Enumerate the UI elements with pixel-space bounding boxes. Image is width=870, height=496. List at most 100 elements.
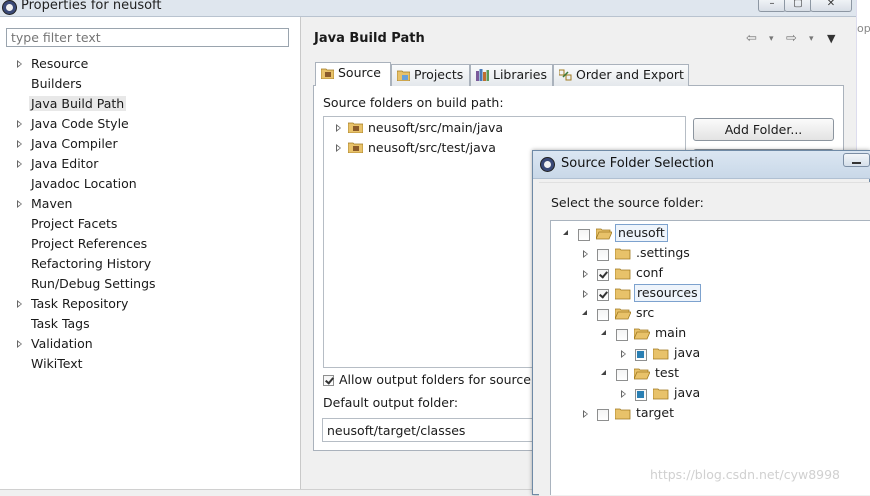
collapse-arrow-icon[interactable]: [601, 330, 606, 335]
folder-checkbox[interactable]: [597, 289, 609, 301]
folder-label: .settings: [636, 245, 690, 260]
folder-checkbox[interactable]: [616, 369, 628, 381]
eclipse-icon: [540, 157, 555, 172]
expand-arrow-icon[interactable]: [621, 390, 626, 398]
nav-item[interactable]: Project Facets: [31, 216, 117, 232]
default-output-folder-label: Default output folder:: [323, 395, 459, 410]
nav-item[interactable]: Task Tags: [31, 316, 90, 332]
nav-item-label: Java Code Style: [31, 116, 129, 131]
tab-source[interactable]: Source: [315, 62, 391, 86]
tab-order-and-export[interactable]: Order and Export: [553, 64, 689, 86]
view-menu-icon[interactable]: ▼: [827, 32, 835, 45]
folder-icon: [615, 288, 631, 300]
nav-item[interactable]: Task Repository: [17, 296, 129, 312]
eclipse-icon: [2, 0, 17, 15]
dialog-title: Source Folder Selection: [561, 156, 714, 171]
allow-output-folders-label: Allow output folders for source fo: [339, 372, 548, 387]
nav-item[interactable]: Resource: [17, 56, 88, 72]
back-arrow-icon[interactable]: ⇦: [746, 31, 757, 46]
nav-item[interactable]: Javadoc Location: [31, 176, 137, 192]
forward-dropdown-icon[interactable]: ▾: [809, 34, 814, 44]
nav-item[interactable]: Maven: [17, 196, 72, 212]
folder-checkbox[interactable]: [597, 309, 609, 321]
folder-label: target: [636, 405, 675, 420]
expand-arrow-icon[interactable]: [583, 410, 588, 418]
collapse-arrow-icon[interactable]: [582, 310, 587, 315]
collapse-arrow-icon[interactable]: [601, 370, 606, 375]
nav-item-label: Task Repository: [31, 296, 129, 311]
nav-item[interactable]: WikiText: [31, 356, 83, 372]
expand-arrow-icon[interactable]: [583, 290, 588, 298]
nav-item[interactable]: Run/Debug Settings: [31, 276, 156, 292]
nav-item-label: Java Compiler: [31, 136, 118, 151]
project-folder-icon: [596, 228, 612, 240]
expand-arrow-icon[interactable]: [17, 300, 22, 308]
folder-icon: [653, 348, 669, 360]
folder-checkbox[interactable]: [616, 329, 628, 341]
tab-label: Order and Export: [576, 67, 684, 82]
source-folders-label: Source folders on build path:: [323, 95, 504, 110]
nav-item-label: Javadoc Location: [31, 176, 137, 191]
expand-arrow-icon[interactable]: [583, 270, 588, 278]
tab-label: Source: [338, 65, 381, 80]
nav-item[interactable]: Refactoring History: [31, 256, 151, 272]
folder-icon: [615, 408, 631, 420]
nav-item-label: Project Facets: [31, 216, 118, 231]
expand-arrow-icon[interactable]: [17, 120, 22, 128]
folder-checkbox[interactable]: [597, 269, 609, 281]
nav-item[interactable]: Java Build Path: [29, 96, 127, 112]
expand-arrow-icon[interactable]: [336, 124, 341, 132]
nav-item[interactable]: Validation: [17, 336, 93, 352]
expand-arrow-icon[interactable]: [621, 350, 626, 358]
nav-item-label: Java Editor: [31, 156, 99, 171]
expand-arrow-icon[interactable]: [17, 340, 22, 348]
nav-item[interactable]: Java Editor: [17, 156, 99, 172]
folder-icon: [634, 328, 650, 340]
folder-icon: [615, 248, 631, 260]
add-folder-button[interactable]: Add Folder...: [693, 118, 834, 141]
window-title: Properties for neusoft: [21, 0, 162, 13]
expand-arrow-icon[interactable]: [17, 200, 22, 208]
folder-icon: [615, 308, 631, 320]
nav-item-label: Builders: [31, 76, 82, 91]
expand-arrow-icon[interactable]: [17, 140, 22, 148]
forward-arrow-icon[interactable]: ⇨: [786, 31, 797, 46]
folder-checkbox[interactable]: [597, 249, 609, 261]
minimize-button[interactable]: –: [758, 0, 786, 12]
nav-item[interactable]: Builders: [31, 76, 82, 92]
nav-item-label: Refactoring History: [31, 256, 152, 271]
order-export-icon: [559, 69, 572, 81]
dialog-minimize-button[interactable]: [843, 153, 870, 167]
nav-item-label: Project References: [31, 236, 148, 251]
tab-libraries[interactable]: Libraries: [470, 64, 553, 86]
folder-checkbox[interactable]: [578, 229, 590, 241]
folder-label: src: [636, 305, 655, 320]
folder-checkbox[interactable]: [597, 409, 609, 421]
tab-projects[interactable]: Projects: [391, 64, 470, 86]
folder-checkbox[interactable]: [635, 349, 647, 361]
tab-label: Libraries: [493, 67, 547, 82]
nav-item[interactable]: Java Compiler: [17, 136, 118, 152]
expand-arrow-icon[interactable]: [336, 144, 341, 152]
folder-checkbox[interactable]: [635, 389, 647, 401]
filter-input[interactable]: [6, 28, 289, 47]
expand-arrow-icon[interactable]: [17, 160, 22, 168]
nav-item[interactable]: Project References: [31, 236, 147, 252]
back-dropdown-icon[interactable]: ▾: [769, 34, 774, 44]
expand-arrow-icon[interactable]: [17, 60, 22, 68]
nav-item-label: Java Build Path: [29, 96, 127, 111]
allow-output-folders-checkbox[interactable]: [323, 375, 334, 386]
expand-arrow-icon[interactable]: [583, 250, 588, 258]
nav-item[interactable]: Java Code Style: [17, 116, 129, 132]
folder-label: java: [674, 345, 701, 360]
folder-selection-tree[interactable]: [550, 220, 870, 495]
nav-item-label: Run/Debug Settings: [31, 276, 156, 291]
watermark: https://blog.csdn.net/cyw8998: [650, 467, 841, 482]
source-folder-label: neusoft/src/main/java: [368, 120, 504, 135]
projects-icon: [397, 70, 410, 81]
dialog-prompt-label: Select the source folder:: [551, 195, 704, 210]
close-button[interactable]: ✕: [810, 0, 852, 12]
default-output-folder-input[interactable]: [322, 418, 542, 442]
maximize-button[interactable]: ▢: [784, 0, 812, 12]
collapse-arrow-icon[interactable]: [563, 230, 568, 235]
